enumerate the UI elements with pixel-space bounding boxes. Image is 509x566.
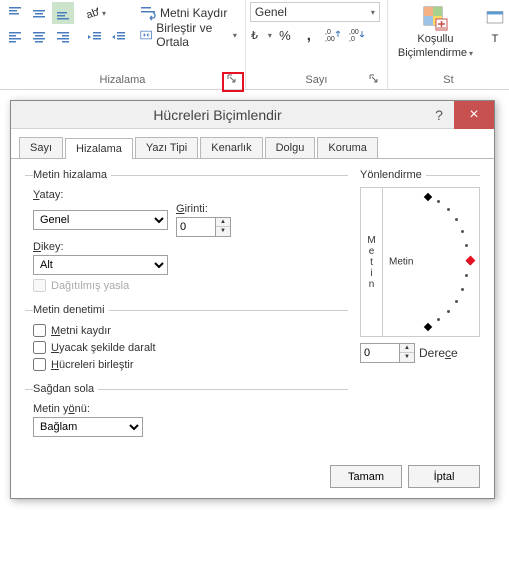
align-left-button[interactable] xyxy=(4,26,26,48)
merge-label: Hücreleri birleştir xyxy=(51,359,134,371)
cancel-button[interactable]: İptal xyxy=(408,465,480,488)
indent-spinner[interactable]: ▲▼ xyxy=(176,217,231,237)
align-bottom-button[interactable] xyxy=(52,2,74,24)
direction-combo[interactable]: Bağlam xyxy=(33,417,143,437)
t-label: T xyxy=(492,32,499,46)
table-format-button[interactable]: T xyxy=(479,2,505,72)
decrease-indent-button[interactable] xyxy=(84,26,106,48)
tab-border[interactable]: Kenarlık xyxy=(200,137,262,158)
text-alignment-legend: Metin hizalama xyxy=(33,169,111,181)
table-icon xyxy=(485,4,505,32)
text-control-legend: Metin denetimi xyxy=(33,304,109,316)
number-group-label: Sayı xyxy=(250,72,383,89)
degree-spinner[interactable]: ▲▼ xyxy=(360,343,415,363)
svg-text:,0: ,0 xyxy=(325,29,331,36)
align-top-button[interactable] xyxy=(4,2,26,24)
cf-line2: Biçimlendirme xyxy=(398,47,467,59)
cf-line1: Koşullu xyxy=(417,32,453,46)
direction-label: Metin yönü: xyxy=(33,403,348,415)
increase-decimal-button[interactable]: ,0,00 xyxy=(322,24,344,46)
orientation-legend: Yönlendirme xyxy=(360,169,426,181)
close-button[interactable]: × xyxy=(454,101,494,129)
chevron-down-icon: ▾ xyxy=(469,49,473,58)
orientation-text: Metin xyxy=(389,257,413,268)
merge-center-button[interactable]: Birleştir ve Ortala ▾ xyxy=(136,24,241,46)
tab-alignment[interactable]: Hizalama xyxy=(65,138,133,159)
percent-button[interactable]: % xyxy=(274,24,296,46)
number-format-combo[interactable]: Genel ▾ xyxy=(250,2,380,22)
merge-center-label: Birleştir ve Ortala xyxy=(156,21,227,49)
horizontal-label: Yatay: xyxy=(33,189,348,201)
tab-font[interactable]: Yazı Tipi xyxy=(135,137,198,158)
tab-fill[interactable]: Dolgu xyxy=(265,137,316,158)
shrink-checkbox[interactable] xyxy=(33,341,46,354)
currency-button[interactable]: ₺▾ xyxy=(250,24,272,46)
ok-button[interactable]: Tamam xyxy=(330,465,402,488)
chevron-down-icon: ▾ xyxy=(102,9,106,18)
spin-up[interactable]: ▲ xyxy=(400,344,414,353)
spin-down[interactable]: ▼ xyxy=(400,353,414,362)
rtl-legend: Sağdan sola xyxy=(33,383,98,395)
tab-number[interactable]: Sayı xyxy=(19,137,63,158)
degree-label: Derece xyxy=(419,346,458,360)
vertical-label: Dikey: xyxy=(33,241,348,253)
decrease-decimal-button[interactable]: ,00,0 xyxy=(346,24,368,46)
conditional-formatting-button[interactable]: Koşullu Biçimlendirme▾ xyxy=(392,2,479,72)
format-cells-dialog: Hücreleri Biçimlendir ? × Sayı Hizalama … xyxy=(10,100,495,499)
number-format-value: Genel xyxy=(255,5,287,19)
chevron-down-icon: ▾ xyxy=(233,31,237,40)
vertical-combo[interactable]: Alt xyxy=(33,255,168,275)
svg-text:₺: ₺ xyxy=(251,30,258,42)
spin-down[interactable]: ▼ xyxy=(216,227,230,236)
wrap-text-label: Metni Kaydır xyxy=(160,6,227,20)
wrap-checkbox[interactable] xyxy=(33,324,46,337)
orientation-button[interactable]: ab▾ xyxy=(84,2,106,24)
comma-button[interactable]: , xyxy=(298,24,320,46)
tab-protection[interactable]: Koruma xyxy=(317,137,378,158)
merge-checkbox[interactable] xyxy=(33,358,46,371)
wrap-label: Metni kaydır xyxy=(51,325,111,337)
justify-distributed-checkbox xyxy=(33,279,46,292)
align-right-button[interactable] xyxy=(52,26,74,48)
spin-up[interactable]: ▲ xyxy=(216,218,230,227)
justify-distributed-label: Dağıtılmış yasla xyxy=(51,280,129,292)
wrap-text-icon xyxy=(140,5,156,21)
alignment-group-label: Hizalama xyxy=(4,72,241,89)
vertical-text-button[interactable]: Metin xyxy=(361,188,383,336)
indent-label: Girinti: xyxy=(176,203,231,215)
align-middle-button[interactable] xyxy=(28,2,50,24)
align-center-button[interactable] xyxy=(28,26,50,48)
merge-icon xyxy=(140,27,152,43)
conditional-formatting-icon xyxy=(421,4,449,32)
svg-text:,00: ,00 xyxy=(349,29,359,36)
number-dialog-launcher[interactable] xyxy=(367,73,381,87)
dialog-title: Hücreleri Biçimlendir xyxy=(11,107,424,123)
svg-text:,00: ,00 xyxy=(325,36,335,43)
horizontal-combo[interactable]: Genel xyxy=(33,210,168,230)
shrink-label: Uyacak şekilde daralt xyxy=(51,342,156,354)
orientation-control[interactable]: Metin Metin xyxy=(360,187,480,337)
chevron-down-icon: ▾ xyxy=(371,8,375,17)
help-button[interactable]: ? xyxy=(424,107,454,123)
styles-group-label: St xyxy=(392,72,505,89)
increase-indent-button[interactable] xyxy=(108,26,130,48)
svg-text:,0: ,0 xyxy=(349,36,355,43)
indent-input[interactable] xyxy=(176,217,216,237)
chevron-down-icon: ▾ xyxy=(268,31,272,40)
degree-input[interactable] xyxy=(360,343,400,363)
